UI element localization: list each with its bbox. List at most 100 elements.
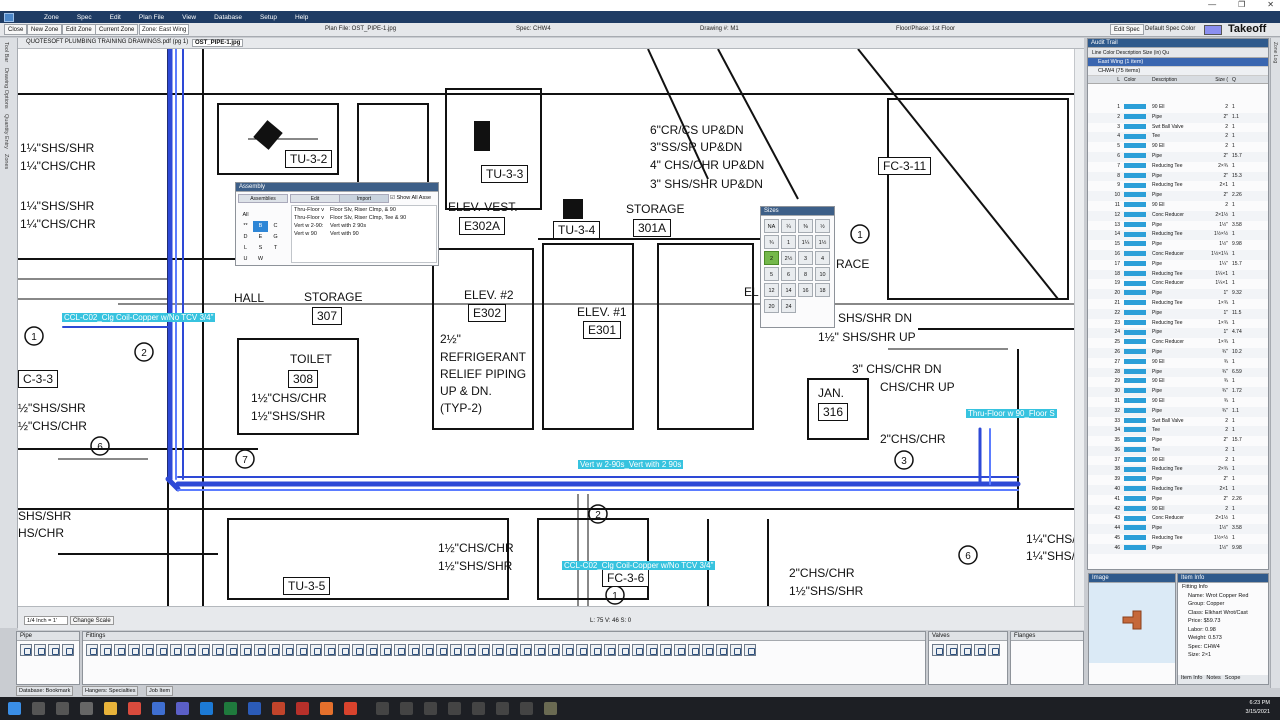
audit-row[interactable]: 22 Pipe 1" 11.5 [1088,308,1268,319]
audit-row[interactable]: 45 Reducing Tee 1½×½ 1 [1088,534,1268,544]
strip-zones[interactable]: Zones [3,154,9,169]
audit-row[interactable]: 40 Reducing Tee 2×1 1 [1088,485,1268,495]
letter-filter[interactable]: U [238,254,253,265]
pipe-tool-icon[interactable] [34,644,46,656]
fitting-tool-icon[interactable] [240,644,252,656]
fitting-tool-icon[interactable] [114,644,126,656]
audit-spec-group[interactable]: CHW4 (75 items) [1088,67,1268,76]
letter-filter[interactable]: L [238,243,253,254]
audit-row[interactable]: 4 Tee 2 1 [1088,132,1268,143]
audit-toolbar[interactable]: Line Color Description Size (in) Qu [1088,48,1268,58]
letter-filter[interactable]: ** [238,221,253,232]
menu-view[interactable]: View [182,14,196,21]
fitting-tool-icon[interactable] [352,644,364,656]
audit-col-color[interactable]: Color [1124,76,1150,83]
size-button[interactable]: 3 [798,251,813,265]
current-zone-button[interactable]: Current Zone [95,24,139,35]
menu-zone[interactable]: Zone [44,14,59,21]
size-button[interactable]: 1 [781,235,796,249]
fitting-tool-icon[interactable] [324,644,336,656]
audit-row[interactable]: 21 Reducing Tee 1×¾ 1 [1088,299,1268,309]
fitting-tool-icon[interactable] [436,644,448,656]
letter-filter[interactable]: C [268,221,283,232]
size-button[interactable]: 16 [798,283,813,297]
audit-row[interactable]: 2 Pipe 2" 1.1 [1088,112,1268,123]
fitting-tool-icon[interactable] [506,644,518,656]
tab-database-bookmark[interactable]: Database: Bookmark [16,686,74,696]
audit-row[interactable]: 26 Pipe ¾" 10.2 [1088,347,1268,358]
audit-row[interactable]: 33 Swt Ball Valve 2 1 [1088,417,1268,427]
audit-col-line[interactable]: L [1088,76,1124,83]
letter-filter[interactable] [253,205,268,216]
audit-row[interactable]: 5 90 Ell 2 1 [1088,142,1268,152]
taskbar-app-icon[interactable] [496,702,509,715]
audit-row[interactable]: 7 Reducing Tee 2×¾ 1 [1088,162,1268,172]
size-button[interactable]: 2½ [781,251,796,265]
valve-tool-icon[interactable] [932,644,944,656]
fitting-tool-icon[interactable] [646,644,658,656]
taskbar-app-icon[interactable] [520,702,533,715]
letter-filter-selected[interactable]: B [253,221,268,232]
menu-spec[interactable]: Spec [77,14,92,21]
fitting-tool-icon[interactable] [380,644,392,656]
fitting-tool-icon[interactable] [716,644,728,656]
fitting-tool-icon[interactable] [632,644,644,656]
audit-col-qty[interactable]: Q [1232,76,1252,83]
fitting-tool-icon[interactable] [338,644,350,656]
audit-row[interactable]: 28 Pipe ¾" 6.59 [1088,367,1268,378]
assembly-item[interactable]: Thru-Floor v Floor Slv, Riser Clmp, Tee &… [292,214,436,222]
pipe-tool-icon[interactable] [48,644,60,656]
new-zone-button[interactable]: New Zone [27,24,63,35]
size-button[interactable]: 24 [781,299,796,313]
audit-row[interactable]: 31 90 Ell ¾ 1 [1088,397,1268,407]
scale-select[interactable]: 1/4 Inch = 1' [24,616,68,625]
letter-filter[interactable]: W [253,254,268,265]
fitting-tool-icon[interactable] [674,644,686,656]
tab-assemblies[interactable]: Assemblies [238,194,288,203]
size-button[interactable]: ⅜ [798,219,813,233]
search-icon[interactable] [32,702,45,715]
fitting-tool-icon[interactable] [688,644,700,656]
show-all-checkbox[interactable]: ☑ Show All Asse [390,195,431,201]
audit-row[interactable]: 8 Pipe 2" 15.3 [1088,171,1268,182]
edit-zone-button[interactable]: Edit Zone [62,24,96,35]
tab-notes[interactable]: Notes [1206,675,1220,684]
fitting-tool-icon[interactable] [744,644,756,656]
fitting-tool-icon[interactable] [548,644,560,656]
pipe-tool-icon[interactable] [62,644,74,656]
word-icon[interactable] [248,702,261,715]
size-button[interactable]: NA [764,219,779,233]
taskbar-app-icon[interactable] [80,702,93,715]
size-button[interactable]: 1½ [815,235,830,249]
audit-row[interactable]: 10 Pipe 2" 2.26 [1088,191,1268,201]
fitting-tool-icon[interactable] [226,644,238,656]
tab-hangers-specialties[interactable]: Hangers: Specialties [82,686,139,696]
audit-row[interactable]: 36 Tee 2 1 [1088,445,1268,456]
fitting-tool-icon[interactable] [576,644,588,656]
taskbar-app-icon[interactable] [176,702,189,715]
fitting-tool-icon[interactable] [100,644,112,656]
maximize-icon[interactable]: ❐ [1238,0,1245,10]
fitting-tool-icon[interactable] [394,644,406,656]
fitting-tool-icon[interactable] [422,644,434,656]
fitting-tool-icon[interactable] [520,644,532,656]
chrome-icon[interactable] [344,702,357,715]
excel-icon[interactable] [224,702,237,715]
size-button[interactable]: 5 [764,267,779,281]
tab-edit[interactable]: Edit [290,194,340,203]
audit-row[interactable]: 29 90 Ell ¾ 1 [1088,377,1268,387]
audit-row[interactable]: 17 Pipe 1¼" 15.7 [1088,260,1268,270]
fitting-tool-icon[interactable] [254,644,266,656]
audit-row[interactable]: 41 Pipe 2" 2.26 [1088,495,1268,505]
audit-row[interactable]: 11 90 Ell 2 1 [1088,201,1268,211]
letter-filter[interactable]: G [268,232,283,243]
fitting-tool-icon[interactable] [408,644,420,656]
audit-row[interactable]: 1 90 Ell 2 1 [1088,103,1268,113]
audit-row[interactable]: 14 Reducing Tee 1½×½ 1 [1088,230,1268,241]
audit-row[interactable]: 16 Conc Reducer 1½×1¼ 1 [1088,249,1268,260]
audit-row[interactable]: 37 90 Ell 2 1 [1088,456,1268,466]
edit-spec-button[interactable]: Edit Spec [1110,24,1144,35]
letter-filter[interactable]: T [268,243,283,254]
fitting-tool-icon[interactable] [170,644,182,656]
fitting-tool-icon[interactable] [310,644,322,656]
